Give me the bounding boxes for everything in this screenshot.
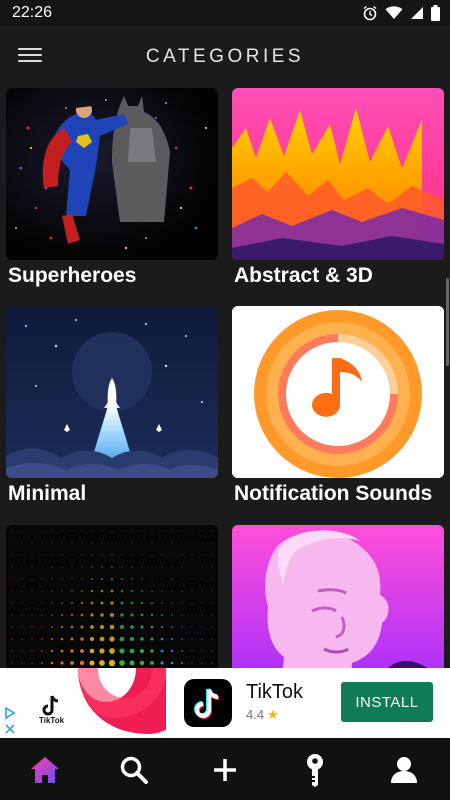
- category-card-dots[interactable]: [6, 525, 218, 668]
- home-icon[interactable]: [25, 752, 65, 788]
- category-card-abstract-3d[interactable]: Abstract & 3D: [232, 88, 444, 287]
- page-title: CATEGORIES: [145, 46, 305, 67]
- status-icons: [362, 5, 440, 21]
- category-card-minimal[interactable]: Minimal: [6, 306, 218, 505]
- category-card-notification-sounds[interactable]: Notification Sounds: [232, 306, 444, 505]
- minimal-thumbnail: [6, 306, 218, 478]
- add-icon[interactable]: [205, 752, 245, 788]
- status-bar: 22:26: [0, 0, 450, 26]
- status-time: 22:26: [12, 4, 53, 21]
- profile-icon[interactable]: [384, 752, 424, 788]
- signal-icon: [411, 7, 423, 19]
- ad-visual[interactable]: TikTok: [18, 668, 166, 738]
- scrollbar[interactable]: [446, 278, 449, 366]
- category-grid[interactable]: Superheroes Abstract & 3D Minimal Notifi…: [0, 88, 450, 668]
- statue-thumbnail: [232, 525, 444, 668]
- superheroes-thumbnail: [6, 88, 218, 260]
- abstract-3d-thumbnail: [232, 88, 444, 260]
- notification-sounds-thumbnail: [232, 306, 444, 478]
- ad-rating-value: 4.4: [246, 707, 265, 722]
- bottom-navigation: [0, 738, 450, 800]
- category-label: Minimal: [8, 482, 87, 505]
- category-card-superheroes[interactable]: Superheroes: [6, 88, 218, 287]
- ad-app-name[interactable]: TikTok: [246, 681, 303, 704]
- category-card-statue[interactable]: [232, 525, 444, 668]
- category-label: Abstract & 3D: [234, 264, 373, 287]
- search-icon[interactable]: [114, 752, 154, 788]
- dots-thumbnail: [6, 525, 218, 668]
- app-bar: CATEGORIES: [0, 26, 450, 88]
- category-label: Notification Sounds: [234, 482, 433, 505]
- battery-icon: [431, 5, 440, 21]
- ad-rating: 4.4 ★: [246, 707, 279, 723]
- category-label: Superheroes: [8, 264, 137, 287]
- key-icon[interactable]: [295, 752, 335, 788]
- ad-visual-caption: TikTok: [39, 716, 65, 725]
- wifi-icon: [385, 6, 403, 19]
- install-button[interactable]: INSTALL: [341, 682, 433, 722]
- tiktok-app-icon[interactable]: [184, 679, 232, 727]
- star-icon: ★: [267, 707, 279, 722]
- alarm-icon: [363, 5, 377, 21]
